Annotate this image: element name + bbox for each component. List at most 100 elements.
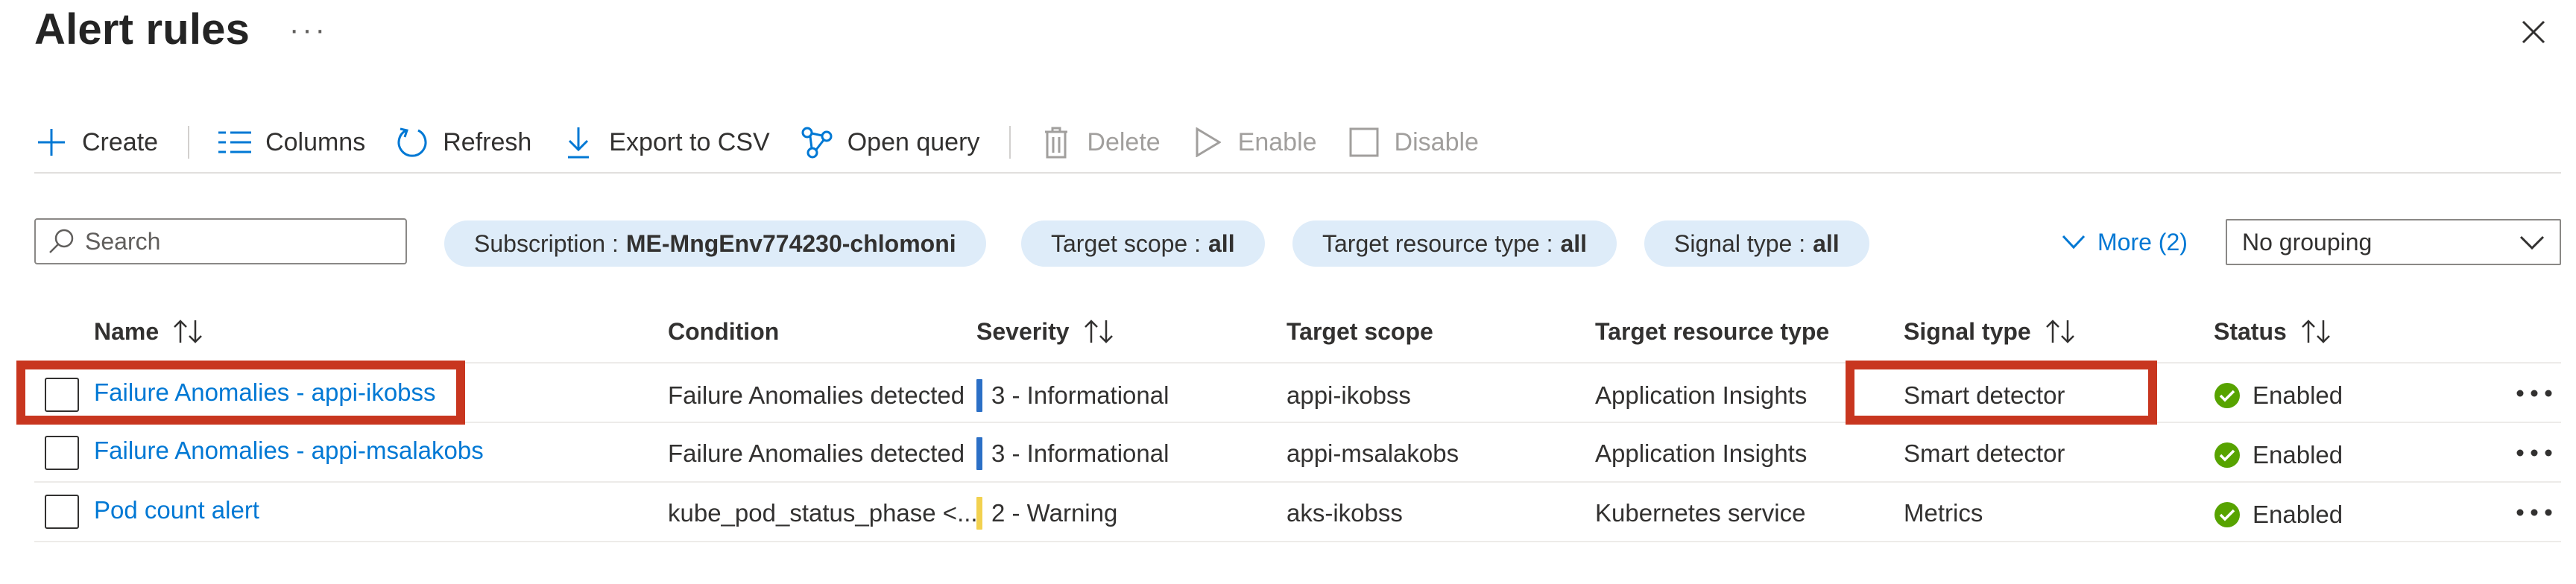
columns-icon <box>218 125 252 159</box>
severity-cell: 2 - Warning <box>976 495 1117 532</box>
column-header-signal-type-label: Signal type <box>1904 317 2031 345</box>
refresh-icon <box>395 125 429 159</box>
signal-type-cell: Metrics <box>1904 499 1983 527</box>
play-icon <box>1190 125 1225 159</box>
status-cell: Enabled <box>2214 437 2343 474</box>
column-header-status-label: Status <box>2214 317 2287 345</box>
chevron-down-icon <box>2062 229 2089 256</box>
toolbar-divider <box>188 126 190 159</box>
status-label: Enabled <box>2253 441 2343 469</box>
column-header-severity[interactable]: Severity <box>976 313 1116 350</box>
status-cell: Enabled <box>2214 496 2343 533</box>
row-checkbox[interactable] <box>45 436 79 470</box>
signal-type-cell: Smart detector <box>1904 439 2065 467</box>
subscription-filter-pill[interactable]: Subscription : ME-MngEnv774230-chlomoni <box>444 220 986 267</box>
row-divider <box>34 422 2561 423</box>
export-csv-label: Export to CSV <box>609 127 770 156</box>
search-icon <box>48 226 78 256</box>
sort-icon[interactable] <box>2300 317 2333 346</box>
target-resource-type-filter-value: all <box>1560 229 1588 257</box>
query-icon <box>800 125 834 159</box>
close-icon[interactable] <box>2515 13 2552 51</box>
enable-button[interactable]: Enable <box>1190 119 1317 165</box>
condition-cell: kube_pod_status_phase <... <box>668 499 978 527</box>
target-resource-type-filter-label: Target resource type : <box>1322 229 1553 257</box>
column-header-signal-type[interactable]: Signal type <box>1904 313 2077 350</box>
sort-icon[interactable] <box>2045 317 2077 346</box>
row-divider <box>34 481 2561 483</box>
column-header-condition[interactable]: Condition <box>668 313 779 350</box>
column-header-status[interactable]: Status <box>2214 313 2333 350</box>
grouping-value: No grouping <box>2242 228 2373 256</box>
export-csv-button[interactable]: Export to CSV <box>561 119 770 165</box>
column-header-name[interactable]: Name <box>94 313 205 350</box>
row-checkbox[interactable] <box>45 378 79 412</box>
target-resource-type-cell: Application Insights <box>1595 381 1808 409</box>
chevron-down-icon <box>2519 229 2545 256</box>
condition-cell: Failure Anomalies detected <box>668 439 965 467</box>
disable-button[interactable]: Disable <box>1347 119 1479 165</box>
refresh-button[interactable]: Refresh <box>395 119 531 165</box>
target-scope-filter-value: all <box>1208 229 1235 257</box>
create-label: Create <box>82 127 159 156</box>
row-more-icon[interactable] <box>2512 378 2557 408</box>
target-scope-cell: aks-ikobss <box>1287 499 1403 527</box>
row-more-icon[interactable] <box>2512 438 2557 468</box>
target-resource-type-filter-pill[interactable]: Target resource type : all <box>1292 220 1617 267</box>
grouping-dropdown[interactable]: No grouping <box>2226 219 2561 265</box>
search-input[interactable]: Search <box>34 218 407 264</box>
page-title: Alert rules <box>34 5 250 54</box>
status-label: Enabled <box>2253 381 2343 409</box>
rule-name-link[interactable]: Failure Anomalies - appi-ikobss <box>94 374 436 411</box>
subscription-filter-value: ME-MngEnv774230-chlomoni <box>625 229 956 257</box>
trash-icon <box>1039 125 1073 159</box>
severity-cell: 3 - Informational <box>976 377 1169 414</box>
target-scope-cell: appi-ikobss <box>1287 381 1411 409</box>
delete-label: Delete <box>1087 127 1161 156</box>
disable-label: Disable <box>1394 127 1479 156</box>
column-header-target-scope[interactable]: Target scope <box>1287 313 1433 350</box>
create-button[interactable]: Create <box>34 119 158 165</box>
status-cell: Enabled <box>2214 377 2343 414</box>
signal-type-filter-value: all <box>1813 229 1840 257</box>
signal-type-cell: Smart detector <box>1904 381 2065 409</box>
condition-cell: Failure Anomalies detected <box>668 381 965 409</box>
signal-type-filter-pill[interactable]: Signal type : all <box>1644 220 1869 267</box>
columns-button[interactable]: Columns <box>218 119 365 165</box>
sort-icon[interactable] <box>1083 317 1116 346</box>
delete-button[interactable]: Delete <box>1039 119 1161 165</box>
more-actions-icon[interactable]: ··· <box>289 13 328 47</box>
severity-label: 3 - Informational <box>991 439 1169 467</box>
row-checkbox[interactable] <box>45 495 79 529</box>
row-divider <box>34 541 2561 542</box>
severity-indicator <box>976 437 982 470</box>
severity-label: 2 - Warning <box>991 499 1118 527</box>
signal-type-filter-label: Signal type : <box>1674 229 1806 257</box>
sort-icon[interactable] <box>172 317 205 346</box>
row-more-icon[interactable] <box>2512 498 2557 527</box>
plus-icon <box>34 125 69 159</box>
toolbar-divider-line <box>34 172 2561 174</box>
columns-label: Columns <box>265 127 366 156</box>
header-divider <box>34 362 2561 364</box>
refresh-label: Refresh <box>443 127 532 156</box>
more-filters-link[interactable]: More (2) <box>2062 223 2188 261</box>
open-query-button[interactable]: Open query <box>800 119 979 165</box>
target-resource-type-cell: Kubernetes service <box>1595 499 1806 527</box>
check-circle-icon <box>2214 383 2240 408</box>
rule-name-link[interactable]: Failure Anomalies - appi-msalakobs <box>94 432 484 469</box>
search-placeholder: Search <box>85 227 161 255</box>
command-bar: Create Columns Refresh Export to CSV Ope… <box>34 119 1509 165</box>
column-header-severity-label: Severity <box>976 317 1070 345</box>
column-header-target-resource-type[interactable]: Target resource type <box>1595 313 1829 350</box>
target-scope-filter-pill[interactable]: Target scope : all <box>1021 220 1265 267</box>
check-circle-icon <box>2214 442 2240 468</box>
severity-label: 3 - Informational <box>991 381 1169 409</box>
more-filters-label: More (2) <box>2097 228 2188 256</box>
rule-name-link[interactable]: Pod count alert <box>94 492 259 529</box>
enable-label: Enable <box>1237 127 1317 156</box>
target-resource-type-cell: Application Insights <box>1595 439 1808 467</box>
toolbar-divider <box>1009 126 1011 159</box>
severity-indicator <box>976 497 982 530</box>
column-header-target-resource-type-label: Target resource type <box>1595 317 1830 345</box>
